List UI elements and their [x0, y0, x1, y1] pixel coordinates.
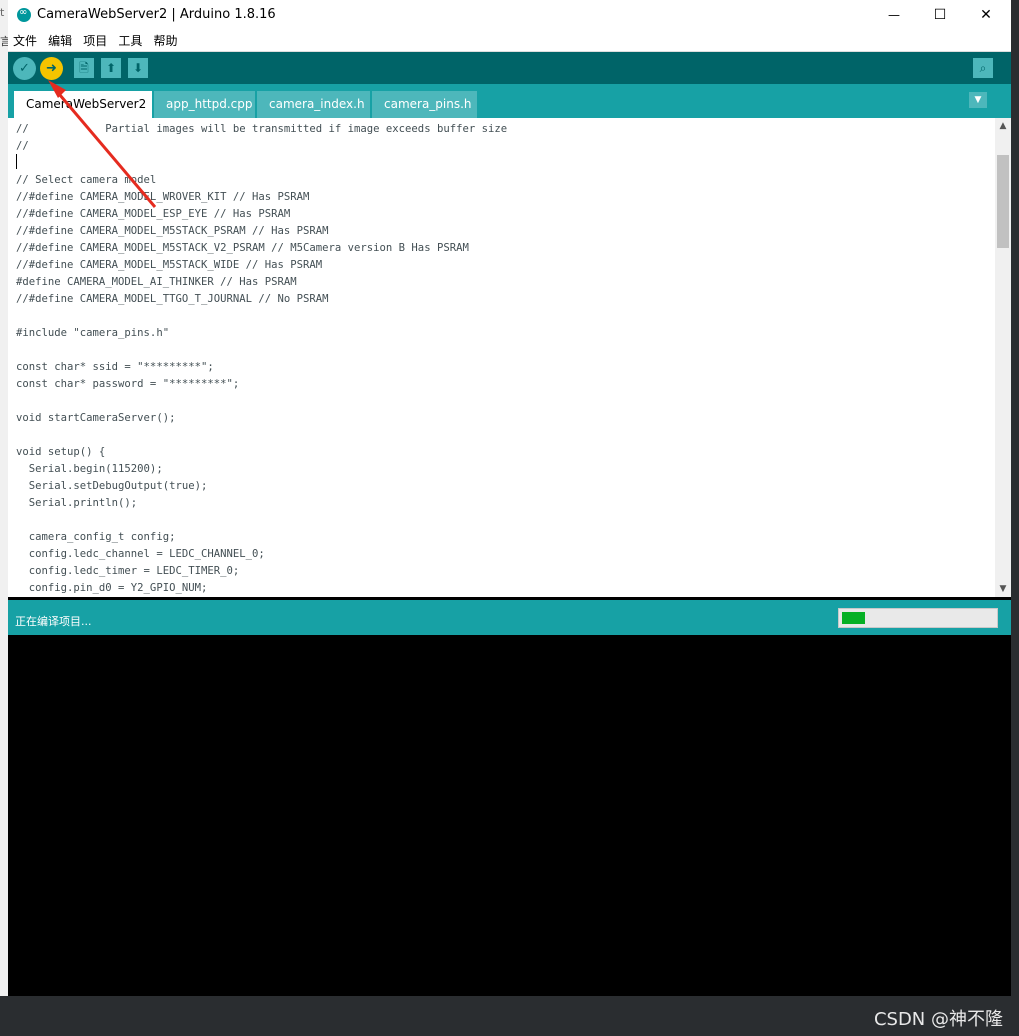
annotation-arrow [48, 80, 157, 208]
annotation-arrow-head [48, 80, 66, 98]
annotation-arrow-line [52, 87, 157, 208]
